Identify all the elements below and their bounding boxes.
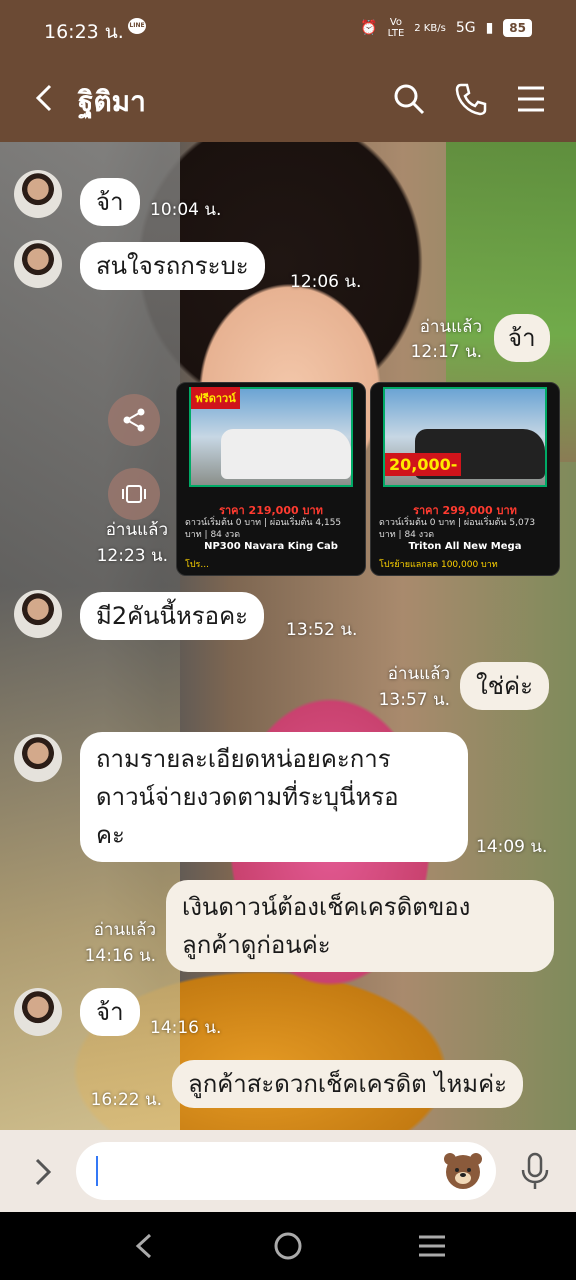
search-icon[interactable] xyxy=(392,82,426,116)
text-caret xyxy=(96,1156,98,1186)
message-bubble[interactable]: สนใจรถกระบะ xyxy=(80,242,265,290)
message-time: 14:16 น. xyxy=(84,946,156,966)
message-input[interactable] xyxy=(76,1142,496,1200)
avatar[interactable] xyxy=(14,988,62,1036)
status-bar: 16:23 น. LINE ⏰ Vo LTE 2 KB/s 5G ▮ 85 xyxy=(0,0,576,56)
message-time: 10:04 น. xyxy=(150,200,222,220)
car-promo: โปรย้ายแลกลด 100,000 บาท xyxy=(379,560,498,570)
promo-badge: ฟรีดาวน์ xyxy=(191,387,240,409)
image-card[interactable]: ฟรีดาวน์ ราคา 219,000 บาท ดาวน์เริ่มต้น … xyxy=(176,382,366,576)
battery-level: 85 xyxy=(503,19,532,37)
alarm-icon: ⏰ xyxy=(360,20,378,36)
message-time: 12:17 น. xyxy=(410,342,482,362)
avatar[interactable] xyxy=(14,734,62,782)
image-card[interactable]: 20,000- ราคา 299,000 บาท ดาวน์เริ่มต้น 0… xyxy=(370,382,560,576)
read-receipt: อ่านแล้ว xyxy=(93,920,156,940)
signal-icon: ▮ xyxy=(485,20,494,36)
avatar[interactable] xyxy=(14,170,62,218)
avatar[interactable] xyxy=(14,590,62,638)
gallery-icon[interactable] xyxy=(108,468,160,520)
phone-icon[interactable] xyxy=(454,82,488,116)
microphone-icon[interactable] xyxy=(520,1152,550,1190)
nav-recents-icon[interactable] xyxy=(416,1232,448,1260)
chevron-right-icon[interactable] xyxy=(30,1156,56,1188)
message-bubble[interactable]: ลูกค้าสะดวกเช็คเครดิต ไหมค่ะ xyxy=(172,1060,524,1108)
car-terms: ดาวน์เริ่มต้น 0 บาท | ผ่อนเริ่มต้น 5,073… xyxy=(379,518,536,540)
message-time: 14:16 น. xyxy=(150,1018,222,1038)
nav-home-icon[interactable] xyxy=(272,1230,304,1262)
sticker-icon[interactable] xyxy=(442,1150,484,1192)
message-line: ถามรายละเอียดหน่อยคะการ xyxy=(96,745,391,773)
message-time: 14:09 น. xyxy=(476,837,548,857)
system-nav-bar xyxy=(0,1212,576,1280)
promo-badge: 20,000- xyxy=(385,453,462,476)
message-line: คะ xyxy=(96,821,125,849)
message-time: 13:57 น. xyxy=(378,690,450,710)
message-bubble[interactable]: ถามรายละเอียดหน่อยคะการ ดาวน์จ่ายงวดตามท… xyxy=(80,732,468,862)
status-time: 16:23 น. xyxy=(44,21,124,43)
contact-name[interactable]: ฐิติมา xyxy=(78,80,146,124)
message-line: ลูกค้าดูก่อนค่ะ xyxy=(182,931,331,959)
nav-back-icon[interactable] xyxy=(130,1232,158,1260)
share-icon[interactable] xyxy=(108,394,160,446)
input-bar xyxy=(0,1130,576,1212)
chevron-left-icon[interactable] xyxy=(30,80,60,116)
chat-area[interactable]: จ้า 10:04 น. สนใจรถกระบะ 12:06 น. อ่านแล… xyxy=(0,142,576,1130)
message-line: ดาวน์จ่ายงวดตามที่ระบุนี่หรอ xyxy=(96,783,399,811)
message-bubble[interactable]: จ้า xyxy=(494,314,550,362)
read-receipt: อ่านแล้ว xyxy=(387,664,450,684)
message-bubble[interactable]: มี2คันนี้หรอคะ xyxy=(80,592,265,640)
status-icons: ⏰ Vo LTE 2 KB/s 5G ▮ 85 xyxy=(360,17,532,39)
menu-icon[interactable] xyxy=(514,82,548,116)
car-image xyxy=(221,429,351,479)
read-receipt: อ่านแล้ว xyxy=(105,520,168,540)
message-time: 13:52 น. xyxy=(286,620,358,640)
avatar[interactable] xyxy=(14,240,62,288)
message-time: 12:23 น. xyxy=(96,546,168,566)
read-receipt: อ่านแล้ว xyxy=(419,317,482,337)
message-bubble[interactable]: จ้า xyxy=(80,178,140,226)
car-model: NP300 Navara King Cab xyxy=(204,541,338,552)
car-promo: โปร... xyxy=(185,560,209,570)
message-line: เงินดาวน์ต้องเช็คเครดิตของ xyxy=(182,893,471,921)
line-app-icon: LINE xyxy=(128,18,146,34)
message-bubble[interactable]: จ้า xyxy=(80,988,140,1036)
net-speed: 2 KB/s xyxy=(414,22,446,34)
message-bubble[interactable]: ใช่ค่ะ xyxy=(460,662,549,710)
car-terms: ดาวน์เริ่มต้น 0 บาท | ผ่อนเริ่มต้น 4,155… xyxy=(185,518,342,540)
message-bubble[interactable]: เงินดาวน์ต้องเช็คเครดิตของ ลูกค้าดูก่อนค… xyxy=(166,880,554,972)
network-label: 5G xyxy=(455,20,476,36)
car-model: Triton All New Mega xyxy=(408,541,522,552)
volte-icon: Vo LTE xyxy=(387,17,405,39)
message-time: 16:22 น. xyxy=(90,1090,162,1110)
chat-header: ฐิติมา xyxy=(0,56,576,142)
message-time: 12:06 น. xyxy=(290,272,362,292)
